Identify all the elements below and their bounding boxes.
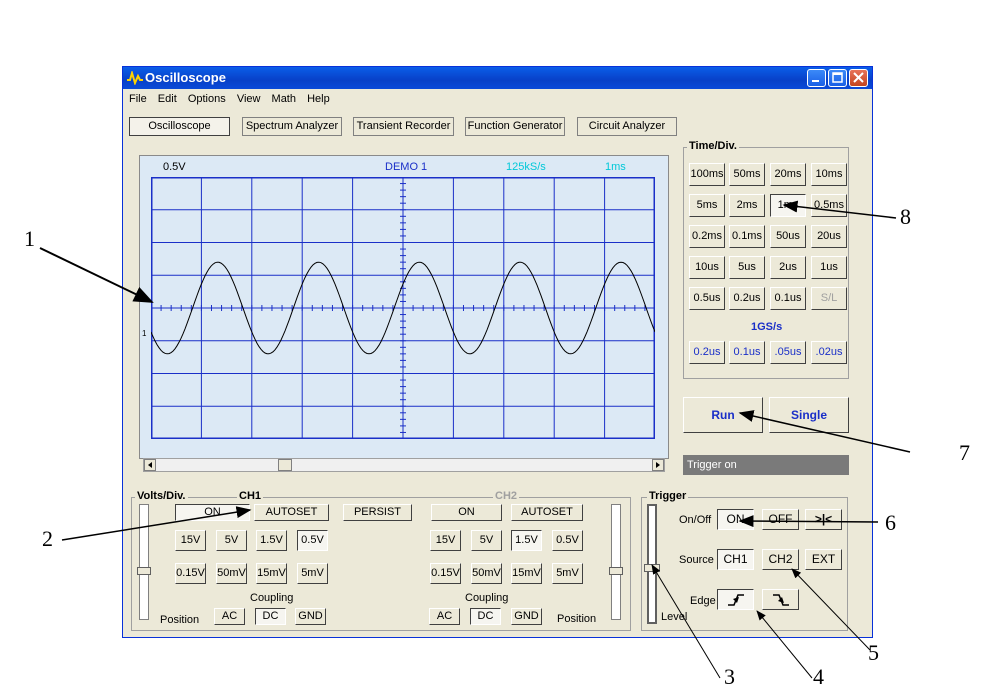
annotation-label-4: 4 [813,664,824,689]
annotation-arrow-4 [756,610,813,679]
annotation-arrow-8 [782,200,897,219]
annotation-arrow-5 [791,568,871,651]
annotation-overlay [39,200,911,679]
annotation-label-7: 7 [959,440,970,465]
annotation-label-3: 3 [724,664,735,689]
annotation-arrow-3 [651,564,721,679]
annotation-label-6: 6 [885,510,896,535]
annotation-label-2: 2 [42,526,53,551]
annotation-label-5: 5 [868,640,879,665]
annotation-arrow-7 [738,410,911,453]
annotation-label-8: 8 [900,204,911,229]
annotation-arrow-1 [39,247,154,303]
annotation-arrow-6 [738,515,879,528]
annotation-label-1: 1 [24,226,35,251]
annotation-arrow-2 [61,506,252,541]
